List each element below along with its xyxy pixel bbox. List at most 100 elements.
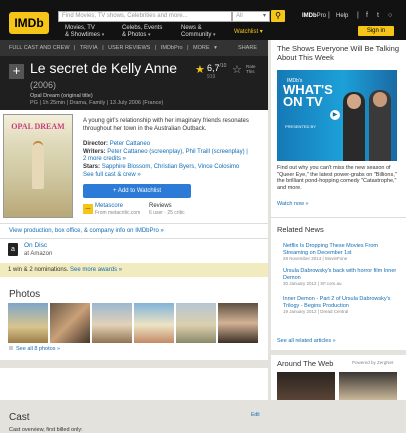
nav-movies-line2: & Showtimes [65, 32, 101, 38]
photo-thumbnail[interactable] [218, 303, 258, 343]
facebook-icon[interactable]: f [366, 12, 368, 19]
add-to-watchlist-button[interactable]: + Add to Watchlist [83, 184, 191, 198]
nav-celebs-line1: Celebs, Events [122, 25, 163, 31]
news-date: 19 January 2012 | Dread Central [283, 309, 349, 314]
news-item[interactable]: Ursula Dabrowsky's back with horror film… [283, 268, 398, 288]
reviews-counts[interactable]: 6 user · 25 critic [149, 210, 185, 217]
search-input[interactable]: Find Movies, TV shows, Celebrities and m… [58, 11, 232, 22]
stars-credit: Stars: Sapphire Blossom, Christian Byers… [83, 164, 239, 171]
divider [0, 223, 268, 224]
writers-more: 2 more credits » [83, 156, 126, 163]
imdbpro-link[interactable]: IMDbPro [302, 13, 326, 19]
amazon-icon[interactable]: a [8, 243, 18, 256]
metascore-block[interactable]: Metascore From metacritic.com [95, 203, 140, 217]
divider [0, 238, 268, 239]
whats-on-tv-promo[interactable]: IMDb's WHAT'S ON TV PRESENTED BY ▶ [277, 70, 397, 161]
nav-movies[interactable]: Movies, TV & Showtimes ▾ [65, 25, 104, 39]
rate-this-button[interactable]: Rate This [246, 64, 256, 74]
metascore-label[interactable]: Metascore [95, 203, 123, 209]
chevron-down-icon: ▾ [262, 13, 266, 19]
subnav-full-cast[interactable]: FULL CAST AND CREW [9, 45, 70, 51]
nav-celebs[interactable]: Celebs, Events & Photos ▾ [122, 25, 162, 39]
section-gap [0, 360, 268, 368]
title-year[interactable]: (2006) [30, 80, 56, 90]
see-more-awards-link[interactable]: See more awards » [70, 267, 122, 273]
stars-more: See full cast & crew » [83, 172, 141, 179]
ad-presented-by: PRESENTED BY [285, 124, 316, 129]
writers-more-link[interactable]: 2 more credits » [83, 156, 126, 162]
subnav-sep: | [154, 45, 157, 51]
news-item[interactable]: Netflix Is Dropping These Movies From St… [283, 243, 398, 263]
stars-link[interactable]: Sapphire Blossom, Christian Byers, Vince… [102, 164, 240, 170]
ad-person-face [373, 92, 387, 107]
photo-thumbnail[interactable] [176, 303, 216, 343]
news-title[interactable]: Inner Demon - Part 2 of Ursula Dabrowsky… [283, 296, 398, 309]
news-title[interactable]: Netflix Is Dropping These Movies From St… [283, 243, 398, 256]
page-title: Le secret de Kelly Anne (2006) [30, 61, 180, 93]
rating-value: 6,7/10 [207, 63, 226, 73]
writers-label: Writers: [83, 149, 106, 155]
edit-cast-link[interactable]: Edit [251, 412, 260, 418]
play-icon[interactable]: ▶ [330, 110, 340, 120]
writers-link[interactable]: Peter Cattaneo (screenplay), Phil Traill… [107, 149, 248, 155]
vote-count[interactable]: 919 [207, 74, 215, 80]
nav-movies-line1: Movies, TV [65, 25, 95, 31]
rate-star-icon[interactable]: ☆ [232, 63, 242, 76]
photo-thumbnail[interactable] [50, 303, 90, 343]
see-all-related-link[interactable]: See all related articles » [277, 338, 336, 344]
subnav-sep: | [187, 45, 189, 51]
poster-title: OPAL DREAM [11, 122, 65, 131]
subnav-trivia[interactable]: TRIVIA [80, 45, 98, 51]
movie-poster[interactable]: OPAL DREAM [3, 114, 73, 218]
nav-news[interactable]: News & Community ▾ [181, 25, 216, 39]
sign-in-button[interactable]: Sign in [358, 26, 394, 36]
on-disc-link[interactable]: On Disc at Amazon [24, 242, 52, 258]
awards-text: 1 win & 2 nominations. [8, 267, 69, 273]
director-label: Director: [83, 141, 109, 147]
subnav-imdbpro[interactable]: IMDbPro [161, 45, 183, 51]
related-news-heading: Related News [277, 225, 324, 234]
subnav-more[interactable]: MORE [193, 45, 210, 51]
imdb-logo[interactable]: IMDb [9, 12, 49, 34]
subnav-sep: | [102, 45, 104, 51]
watchlist-label: Watchlist [234, 29, 259, 35]
news-title[interactable]: Ursula Dabrowsky's back with horror film… [283, 268, 398, 281]
around-web-thumbnail[interactable] [339, 372, 397, 400]
subnav-user-reviews[interactable]: USER REVIEWS [108, 45, 150, 51]
chevron-down-icon: ▾ [101, 32, 105, 38]
metascore-source: From metacritic.com [95, 210, 141, 216]
news-item[interactable]: Inner Demon - Part 2 of Ursula Dabrowsky… [283, 296, 398, 316]
instagram-icon[interactable]: ○ [388, 12, 392, 19]
imdbpro-production-link[interactable]: View production, box office, & company i… [9, 228, 164, 234]
on-disc-label: On Disc [24, 242, 48, 249]
poster-figure [32, 143, 44, 189]
director-link[interactable]: Peter Cattaneo [110, 141, 150, 147]
around-web-thumbnail[interactable] [277, 372, 335, 400]
photo-thumbnail[interactable] [92, 303, 132, 343]
chevron-down-icon: ▾ [259, 29, 263, 35]
ad-title-line2: ON TV [283, 94, 323, 109]
top-navbar: IMDb Find Movies, TV shows, Celebrities … [0, 0, 406, 40]
add-to-watchlist-ribbon[interactable]: + [9, 64, 24, 79]
nav-news-line2: Community [181, 32, 212, 38]
share-button[interactable]: SHARE [238, 40, 257, 56]
twitter-icon[interactable]: t [377, 12, 379, 19]
powered-by-zergnet[interactable]: Powered by ZergNet [352, 360, 393, 365]
photo-thumbnail[interactable] [134, 303, 174, 343]
full-cast-link[interactable]: See full cast & crew » [83, 172, 141, 178]
news-date: 30 January 2012 | SF.com.au [283, 281, 342, 286]
plot-summary: A young girl's relationship with her ima… [83, 118, 249, 132]
help-link[interactable]: Help [336, 13, 348, 19]
stars-label: Stars: [83, 164, 101, 170]
watch-now-link[interactable]: Watch now » [277, 201, 309, 207]
search-button[interactable]: ⚲ [271, 10, 285, 22]
reviews-label: Reviews [149, 203, 172, 209]
see-all-photos[interactable]: See all 8 photos » [9, 346, 60, 352]
photo-icon [9, 346, 13, 350]
photo-thumbnail[interactable] [8, 303, 48, 343]
watchlist-link[interactable]: Watchlist ▾ [232, 25, 263, 39]
on-disc-store: at Amazon [24, 251, 53, 257]
plus-icon: + [12, 63, 21, 78]
imdbpro-suffix: Pro [316, 13, 327, 19]
search-category-select[interactable]: All ▾ [232, 11, 270, 22]
